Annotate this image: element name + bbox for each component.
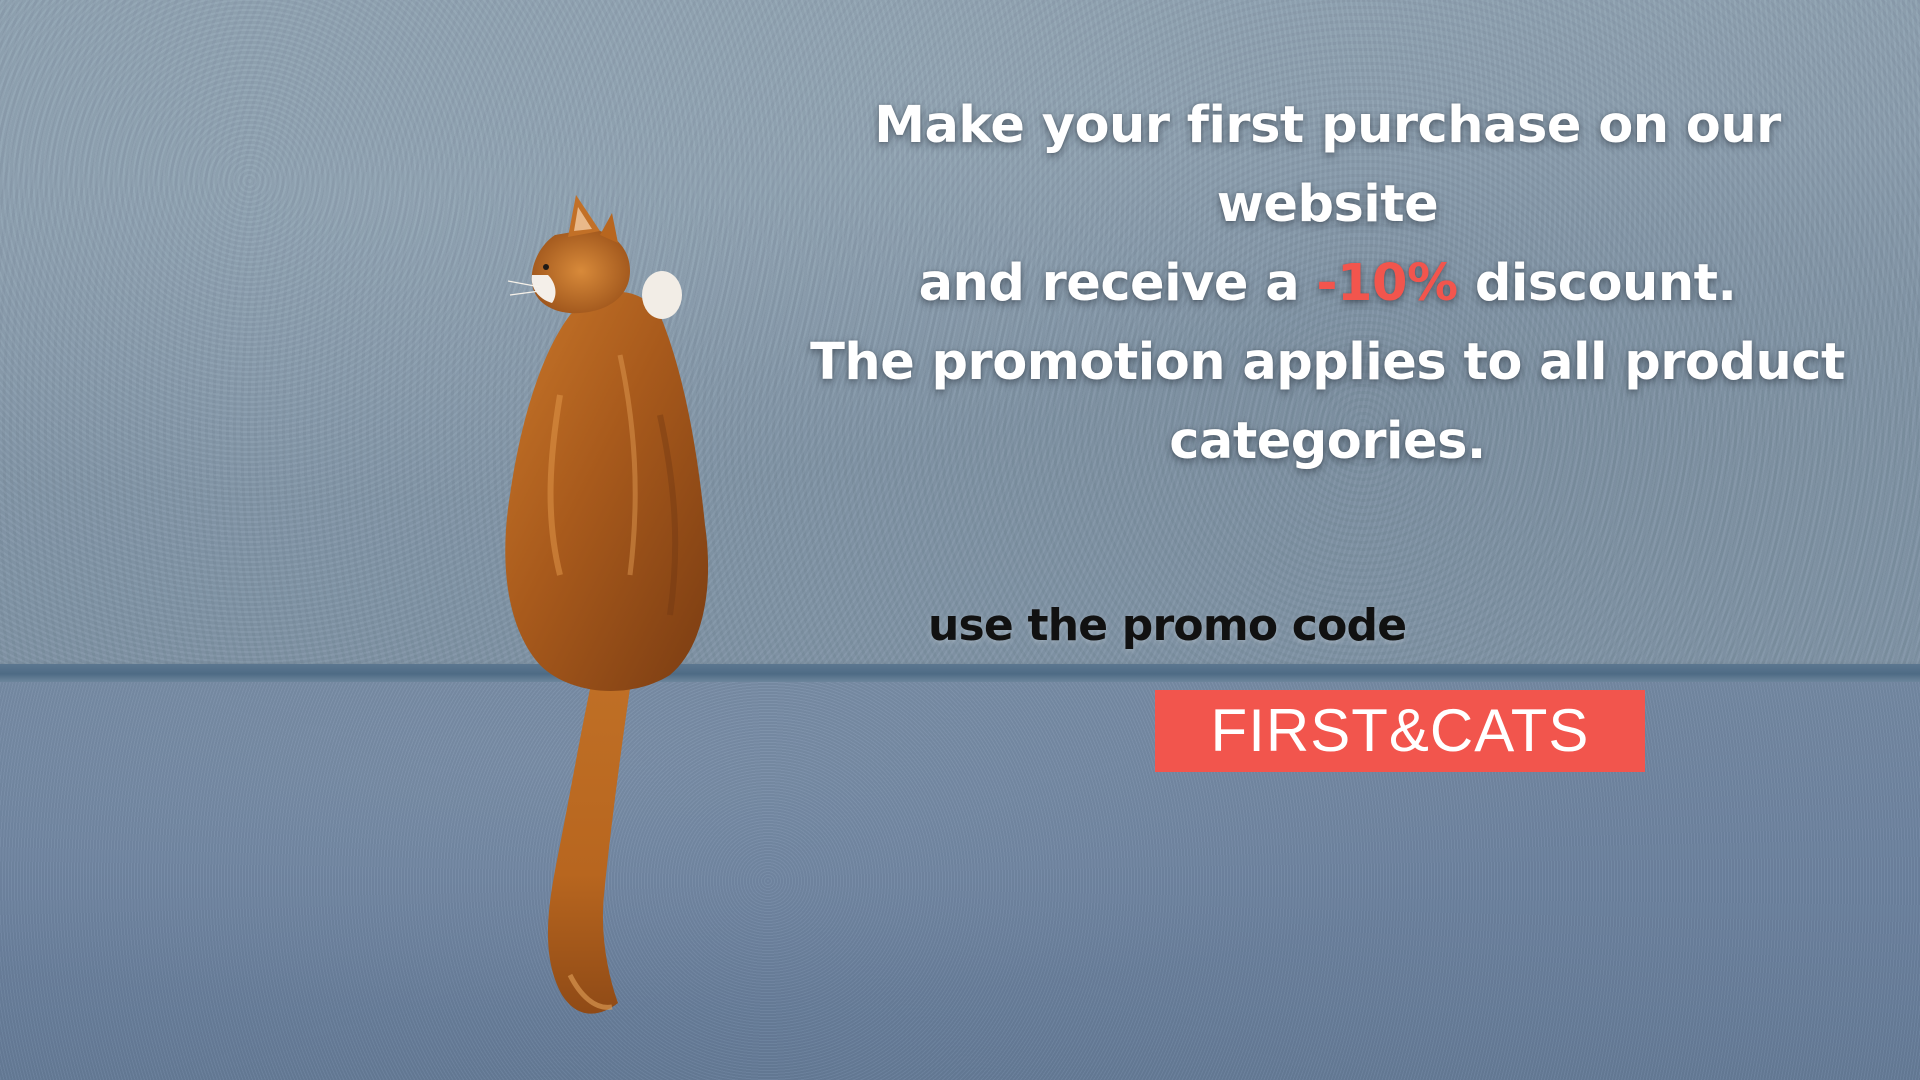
headline-line-4: categories.	[1169, 412, 1486, 471]
promo-code-badge: FIRST&CATS	[1155, 690, 1645, 772]
promo-headline: Make your first purchase on our website …	[770, 86, 1885, 481]
cat-illustration	[505, 195, 709, 1014]
headline-line-2-end: discount.	[1457, 254, 1737, 313]
headline-line-3: The promotion applies to all product	[810, 333, 1845, 392]
promo-code-label: use the promo code	[928, 600, 1407, 651]
headline-line-2: and receive a -10% discount.	[770, 244, 1885, 323]
wall-ledge	[0, 664, 1920, 682]
headline-line-2-start: and receive a	[918, 254, 1317, 313]
headline-line-1: Make your first purchase on our website	[874, 96, 1781, 234]
promo-banner: Make your first purchase on our website …	[0, 0, 1920, 1080]
discount-highlight: -10%	[1316, 254, 1458, 313]
